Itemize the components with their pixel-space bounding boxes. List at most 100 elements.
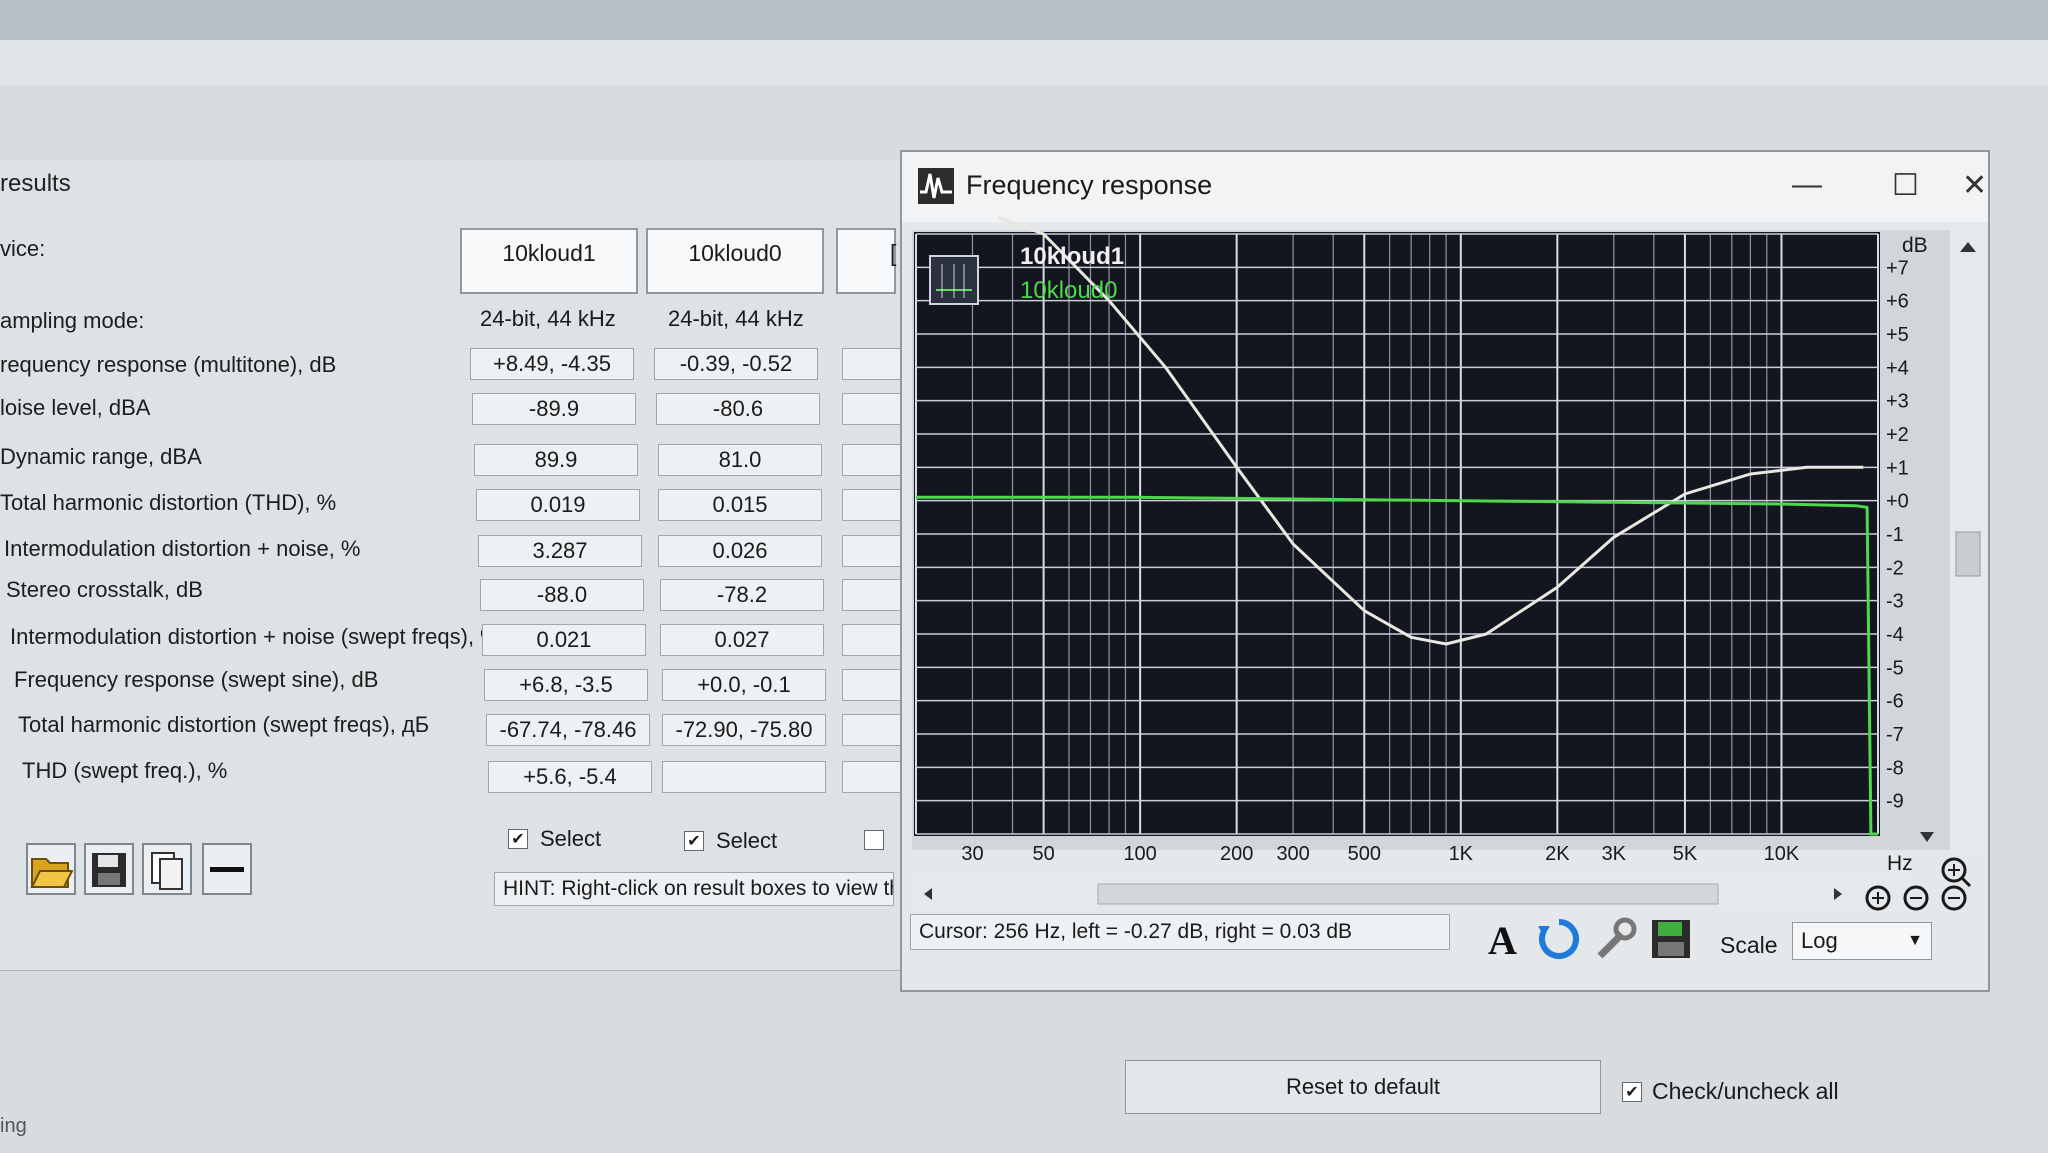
- result-box[interactable]: -78.2: [660, 579, 824, 611]
- scale-select[interactable]: Log ▼: [1792, 922, 1932, 960]
- result-box[interactable]: -67.74, -78.46: [486, 714, 650, 746]
- select-10kloud0[interactable]: ✔ Select: [684, 828, 777, 854]
- hint-box: HINT: Right-click on result boxes to vie…: [494, 872, 894, 906]
- font-button[interactable]: A: [1480, 916, 1526, 963]
- result-box-partial[interactable]: [842, 348, 902, 380]
- row-label-imd-swept: Intermodulation distortion + noise (swep…: [10, 624, 500, 649]
- x-tick-label: 100: [1123, 843, 1156, 865]
- reset-to-default-button[interactable]: Reset to default: [1125, 1060, 1601, 1114]
- column-header-10kloud1[interactable]: 10kloud1: [460, 228, 638, 294]
- letter-a-icon: A: [1488, 918, 1517, 963]
- row-label-freq-response-multitone: requency response (multitone), dB: [0, 352, 337, 377]
- result-box-partial[interactable]: [842, 579, 902, 611]
- check-all-checkbox[interactable]: ✔: [1622, 1081, 1642, 1102]
- y-tick-label: -2: [1886, 557, 1904, 579]
- result-box[interactable]: -80.6: [656, 393, 820, 425]
- result-box[interactable]: 0.026: [658, 535, 822, 567]
- y-axis-unit: dB: [1902, 234, 1928, 257]
- chevron-down-icon: ▼: [1907, 932, 1923, 949]
- folder-open-icon: [30, 858, 74, 888]
- frequency-response-chart[interactable]: 30 50 100 200 300 500 1K 2K 3K 5K 10K +7 +6 +5 +4 +3 +2…: [902, 152, 1988, 912]
- y-tick-label: -8: [1886, 757, 1904, 779]
- x-tick-label: 50: [1032, 843, 1054, 865]
- y-tick-label: +6: [1886, 291, 1909, 313]
- settings-button[interactable]: [1592, 916, 1638, 962]
- column-header-partial[interactable]: [: [836, 228, 896, 294]
- legend-series-2: 10kloud0: [1020, 277, 1117, 304]
- result-box[interactable]: +5.6, -5.4: [488, 761, 652, 793]
- result-box[interactable]: 0.021: [482, 624, 646, 656]
- select-label: Select: [716, 828, 778, 853]
- save-chart-button[interactable]: [1648, 916, 1694, 962]
- row-label-sampling-mode: ampling mode:: [0, 308, 145, 333]
- background-bar-top: [0, 0, 2048, 40]
- zoom-in-icon[interactable]: [1941, 857, 1972, 888]
- open-button[interactable]: [26, 843, 76, 895]
- result-box[interactable]: +6.8, -3.5: [484, 669, 648, 701]
- zoom-out-icon[interactable]: [1941, 885, 1967, 911]
- x-tick-label: 300: [1276, 843, 1309, 865]
- status-text: ing: [0, 1115, 27, 1137]
- x-tick-label: 2K: [1545, 843, 1570, 865]
- y-tick-label: +0: [1886, 491, 1909, 513]
- result-box[interactable]: 3.287: [478, 535, 642, 567]
- result-box[interactable]: 81.0: [658, 444, 822, 476]
- row-label-noise-level: loise level, dBA: [0, 395, 151, 420]
- y-tick-label: -3: [1886, 591, 1904, 613]
- device-label: vice:: [0, 236, 46, 261]
- refresh-button[interactable]: [1536, 916, 1582, 962]
- frequency-response-window: Frequency response — ☐ ✕ 30 50 100 200 300 50…: [900, 150, 1990, 992]
- result-box[interactable]: -72.90, -75.80: [662, 714, 826, 746]
- scale-label: Scale: [1720, 932, 1778, 958]
- result-box[interactable]: 89.9: [474, 444, 638, 476]
- result-box[interactable]: 0.027: [660, 624, 824, 656]
- refresh-icon: [1538, 919, 1579, 959]
- x-tick-label: 500: [1348, 843, 1381, 865]
- x-tick-label: 5K: [1673, 843, 1698, 865]
- result-box[interactable]: 0.015: [658, 489, 822, 521]
- save-button[interactable]: [84, 843, 134, 895]
- sampling-mode-10kloud0: 24-bit, 44 kHz: [668, 306, 804, 331]
- select-10kloud1[interactable]: ✔ Select: [508, 826, 601, 852]
- result-box[interactable]: -88.0: [480, 579, 644, 611]
- y-tick-label: -5: [1886, 657, 1904, 679]
- y-tick-label: -9: [1886, 791, 1904, 813]
- remove-button[interactable]: [202, 843, 252, 895]
- checkbox-10kloud0[interactable]: ✔: [684, 831, 704, 851]
- checkbox-10kloud1[interactable]: ✔: [508, 829, 528, 849]
- copy-button[interactable]: [142, 843, 192, 895]
- x-tick-label: 30: [961, 843, 983, 865]
- result-box-partial[interactable]: [842, 669, 902, 701]
- check-uncheck-all[interactable]: ✔ Check/uncheck all: [1622, 1078, 1839, 1105]
- result-box[interactable]: -0.39, -0.52: [654, 348, 818, 380]
- result-box-partial[interactable]: [842, 393, 902, 425]
- result-box-partial[interactable]: [842, 714, 902, 746]
- select-partial[interactable]: [864, 830, 884, 850]
- result-box[interactable]: -89.9: [472, 393, 636, 425]
- floppy-disk-icon: [92, 853, 126, 887]
- y-tick-label: +5: [1886, 324, 1909, 346]
- legend-series-1: 10kloud1: [1020, 243, 1124, 270]
- y-tick-label: -6: [1886, 691, 1904, 713]
- result-box-partial[interactable]: [842, 535, 902, 567]
- y-tick-label: +2: [1886, 424, 1909, 446]
- column-header-10kloud0[interactable]: 10kloud0: [646, 228, 824, 294]
- result-box[interactable]: +0.0, -0.1: [662, 669, 826, 701]
- copy-pages-icon: [151, 852, 183, 890]
- checkbox-partial[interactable]: [864, 830, 884, 850]
- vertical-scroll-thumb[interactable]: [1955, 531, 1981, 577]
- y-tick-label: +1: [1886, 457, 1909, 479]
- result-box[interactable]: 0.019: [476, 489, 640, 521]
- cursor-readout: Cursor: 256 Hz, left = -0.27 dB, right =…: [910, 914, 1450, 950]
- horizontal-scroll-thumb[interactable]: [1097, 883, 1719, 905]
- wrench-icon: [1597, 917, 1637, 959]
- result-box-partial[interactable]: [842, 489, 902, 521]
- result-box-partial[interactable]: [842, 624, 902, 656]
- x-tick-label: 3K: [1602, 843, 1627, 865]
- result-box[interactable]: [662, 761, 826, 793]
- result-box[interactable]: +8.49, -4.35: [470, 348, 634, 380]
- result-box-partial[interactable]: [842, 444, 902, 476]
- x-tick-label: 200: [1220, 843, 1253, 865]
- result-box-partial[interactable]: [842, 761, 902, 793]
- y-tick-label: -1: [1886, 524, 1904, 546]
